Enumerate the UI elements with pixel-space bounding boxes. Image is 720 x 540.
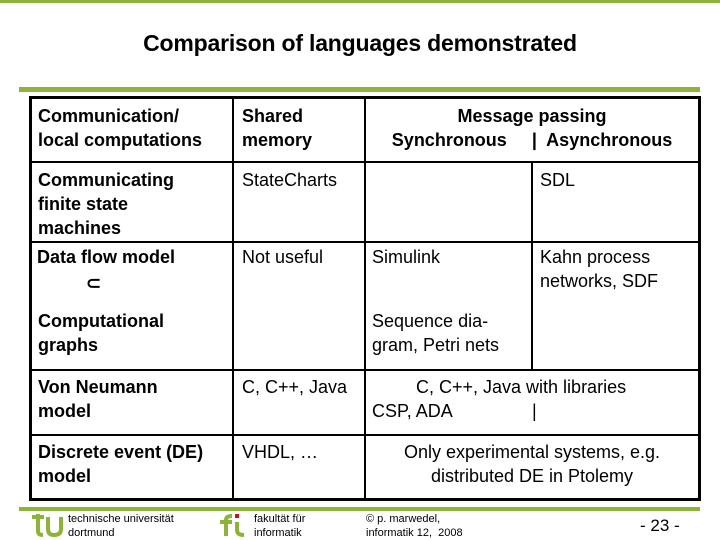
cell-separator: | xyxy=(532,401,537,421)
page-number: - 23 - xyxy=(640,516,680,535)
cell-not-useful: Not useful xyxy=(242,247,324,267)
row-divider-2 xyxy=(29,241,701,243)
cell-sdl: SDL xyxy=(540,170,576,190)
col-divider-1 xyxy=(232,96,234,501)
top-accent-bar xyxy=(0,0,720,3)
copyright: © p. marwedel, informatik 12, 2008 xyxy=(366,513,463,539)
row-label-von-neumann: Von Neumann model xyxy=(38,377,158,421)
row-label-computational-graphs: Computational graphs xyxy=(38,311,164,355)
faculty-name: fakultät für informatik xyxy=(254,513,306,539)
header-communication: Communication/ local computations xyxy=(38,106,203,150)
cell-kahn: Kahn process networks, SDF xyxy=(540,247,659,291)
footer-accent-bar xyxy=(19,507,700,511)
university-name: technische universität dortmund xyxy=(68,513,174,539)
cell-c-cpp-java: C, C++, Java xyxy=(242,377,348,397)
row-label-dataflow: Data flow model xyxy=(37,247,176,267)
cell-csp-ada: CSP, ADA xyxy=(372,401,453,421)
row-divider-1 xyxy=(29,161,701,163)
table-border-left xyxy=(29,96,32,501)
title-underline-bar xyxy=(19,87,700,92)
row-label-cfsm: Communicating finite state machines xyxy=(38,170,175,238)
cell-statecharts: StateCharts xyxy=(242,170,338,190)
row-divider-4 xyxy=(29,434,701,436)
fi-logo-icon xyxy=(220,514,245,537)
cell-vhdl: VHDL, … xyxy=(242,442,319,462)
cell-sequence-petri: Sequence dia- gram, Petri nets xyxy=(372,311,500,355)
table-border-right xyxy=(698,96,701,501)
col-divider-sync-async xyxy=(531,162,533,370)
subset-symbol: ⊂ xyxy=(86,273,102,293)
cell-libraries: C, C++, Java with libraries xyxy=(416,377,627,397)
row-divider-3 xyxy=(29,369,701,371)
header-message-passing: Message passing xyxy=(457,106,607,126)
slide-title: Comparison of languages demonstrated xyxy=(143,30,577,56)
row-label-discrete-event: Discrete event (DE) model xyxy=(38,442,204,486)
header-sync-async: Synchronous | Asynchronous xyxy=(391,130,673,150)
cell-experimental: Only experimental systems, e.g. distribu… xyxy=(403,442,661,486)
header-shared-memory: Shared memory xyxy=(242,106,313,150)
tu-logo-icon xyxy=(32,514,63,537)
cell-simulink: Simulink xyxy=(372,247,441,267)
